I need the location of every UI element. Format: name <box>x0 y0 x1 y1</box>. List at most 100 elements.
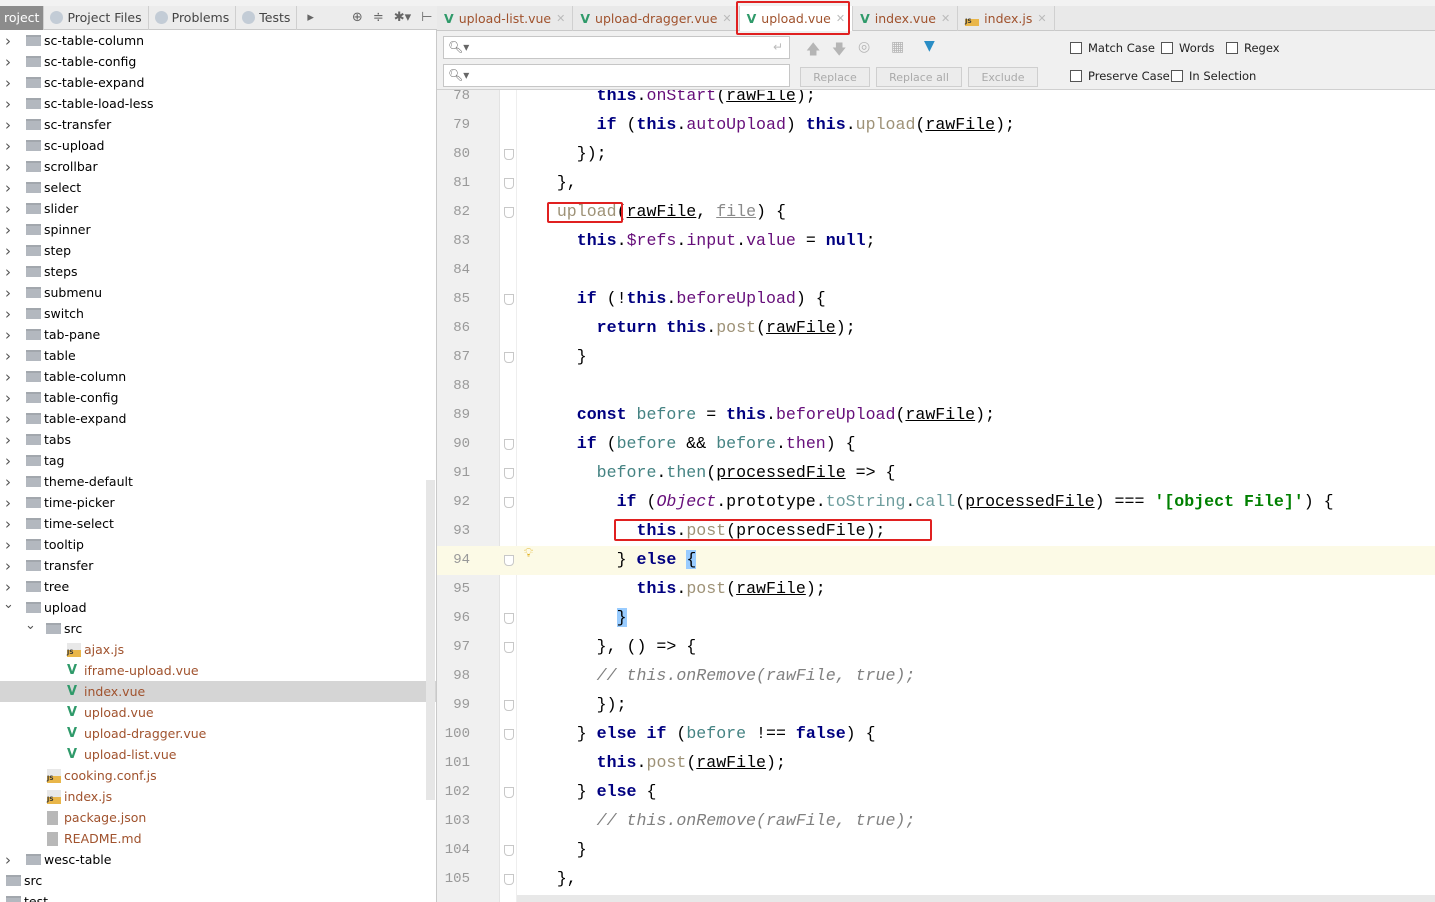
tree-item[interactable]: › slider <box>0 198 436 219</box>
tree-item[interactable]: › time-select <box>0 513 436 534</box>
tree-item[interactable]: JS ajax.js <box>0 639 436 660</box>
tree-item[interactable]: › table <box>0 345 436 366</box>
gear-icon[interactable]: ✱▾ <box>394 10 411 25</box>
preserve-case-checkbox[interactable]: Preserve Case <box>1070 69 1170 83</box>
chevron-right-icon[interactable]: › <box>3 305 13 323</box>
chevron-right-icon[interactable]: › <box>3 410 13 428</box>
fold-marker-icon[interactable] <box>504 207 514 218</box>
close-icon[interactable]: ✕ <box>722 12 731 25</box>
tree-item[interactable]: › step <box>0 240 436 261</box>
chevron-right-icon[interactable]: › <box>3 158 13 176</box>
chevron-right-icon[interactable]: › <box>3 179 13 197</box>
tree-item[interactable]: › sc-upload <box>0 135 436 156</box>
find-input[interactable]: 🔍︎▾ ↵ <box>443 36 790 59</box>
chevron-right-icon[interactable]: › <box>3 536 13 554</box>
sidebar-scrollbar[interactable] <box>426 480 435 800</box>
tree-item[interactable]: › theme-default <box>0 471 436 492</box>
tree-item[interactable]: ⌄ upload <box>0 597 436 618</box>
chevron-right-icon[interactable]: › <box>3 137 13 155</box>
tree-item[interactable]: Vupload-list.vue <box>0 744 436 765</box>
chevron-right-icon[interactable]: › <box>3 95 13 113</box>
fold-marker-icon[interactable] <box>504 642 514 653</box>
fold-marker-icon[interactable] <box>504 845 514 856</box>
tree-item[interactable]: › tooltip <box>0 534 436 555</box>
tree-item[interactable]: › sc-table-column <box>0 30 436 51</box>
newline-icon[interactable]: ↵ <box>773 40 783 54</box>
chevron-right-icon[interactable]: › <box>3 74 13 92</box>
chevron-down-icon[interactable]: ⌄ <box>25 618 36 633</box>
tree-item[interactable]: src <box>0 870 436 891</box>
tree-item[interactable]: › switch <box>0 303 436 324</box>
fold-marker-icon[interactable] <box>504 352 514 363</box>
tree-item[interactable]: Vupload.vue <box>0 702 436 723</box>
editor-tab[interactable]: Vindex.vue ✕ <box>853 6 959 31</box>
editor-horizontal-scrollbar[interactable] <box>517 895 1435 902</box>
tree-item[interactable]: JS index.js <box>0 786 436 807</box>
chevron-right-icon[interactable]: › <box>3 242 13 260</box>
tree-item[interactable]: › tabs <box>0 429 436 450</box>
words-checkbox[interactable]: Words <box>1161 41 1215 55</box>
replace-input[interactable]: 🔍︎▾ <box>443 64 790 87</box>
tree-item[interactable]: test <box>0 891 436 902</box>
chevron-right-icon[interactable]: › <box>3 326 13 344</box>
tree-item[interactable]: › tab-pane <box>0 324 436 345</box>
next-occurrence-icon[interactable]: 🡇 <box>832 39 846 63</box>
in-selection-checkbox[interactable]: In Selection <box>1171 69 1256 83</box>
chevron-right-icon[interactable]: › <box>3 263 13 281</box>
fold-marker-icon[interactable] <box>504 294 514 305</box>
fold-marker-icon[interactable] <box>504 613 514 624</box>
editor-tab[interactable]: Vupload-list.vue ✕ <box>437 6 574 31</box>
chevron-right-icon[interactable]: › <box>3 431 13 449</box>
fold-marker-icon[interactable] <box>504 555 514 566</box>
chevron-right-icon[interactable]: › <box>3 32 13 50</box>
tree-item[interactable]: › sc-table-expand <box>0 72 436 93</box>
tree-item[interactable]: › time-picker <box>0 492 436 513</box>
filter-icon[interactable]: ▼ <box>924 38 935 54</box>
chevron-right-icon[interactable]: › <box>3 221 13 239</box>
tree-item[interactable]: › wesc-table <box>0 849 436 870</box>
tree-item[interactable]: Vupload-dragger.vue <box>0 723 436 744</box>
find-all-icon[interactable]: ◎ <box>858 39 870 55</box>
chevron-right-icon[interactable]: › <box>3 494 13 512</box>
lightbulb-icon[interactable]: 💡︎ <box>524 546 533 561</box>
tree-item[interactable]: › transfer <box>0 555 436 576</box>
chevron-right-icon[interactable]: › <box>3 578 13 596</box>
chevron-right-icon[interactable]: › <box>3 515 13 533</box>
tree-item[interactable]: package.json <box>0 807 436 828</box>
tree-item[interactable]: › select <box>0 177 436 198</box>
tree-item[interactable]: › spinner <box>0 219 436 240</box>
regex-checkbox[interactable]: Regex <box>1226 41 1280 55</box>
tree-item[interactable]: Viframe-upload.vue <box>0 660 436 681</box>
tab-problems[interactable]: Problems <box>149 5 237 30</box>
tree-item[interactable]: › submenu <box>0 282 436 303</box>
chevron-down-icon[interactable]: ⌄ <box>3 597 14 612</box>
tree-item[interactable]: › sc-table-config <box>0 51 436 72</box>
locate-icon[interactable]: ⊕ <box>352 10 363 25</box>
tab-project-files[interactable]: Project Files <box>44 5 149 30</box>
close-icon[interactable]: ✕ <box>556 12 565 25</box>
tree-item[interactable]: JS cooking.conf.js <box>0 765 436 786</box>
previous-occurrence-icon[interactable]: 🡅 <box>806 39 820 63</box>
tree-item[interactable]: › steps <box>0 261 436 282</box>
chevron-right-icon[interactable]: › <box>3 53 13 71</box>
fold-marker-icon[interactable] <box>504 874 514 885</box>
chevron-right-icon[interactable]: › <box>3 851 13 869</box>
more-tabs-icon[interactable]: ▸ <box>307 10 314 25</box>
tree-item[interactable]: Vindex.vue <box>0 681 436 702</box>
replace-button[interactable]: Replace <box>800 67 870 87</box>
chevron-right-icon[interactable]: › <box>3 557 13 575</box>
editor-tab[interactable]: JS index.js ✕ <box>958 6 1055 31</box>
fold-marker-icon[interactable] <box>504 497 514 508</box>
fold-marker-icon[interactable] <box>504 149 514 160</box>
fold-marker-icon[interactable] <box>504 178 514 189</box>
tree-item[interactable]: README.md <box>0 828 436 849</box>
chevron-right-icon[interactable]: › <box>3 389 13 407</box>
tree-item[interactable]: › sc-table-load-less <box>0 93 436 114</box>
tree-item[interactable]: › tree <box>0 576 436 597</box>
hide-panel-icon[interactable]: ⊢ <box>421 10 432 25</box>
chevron-right-icon[interactable]: › <box>3 452 13 470</box>
tree-item[interactable]: › scrollbar <box>0 156 436 177</box>
fold-marker-icon[interactable] <box>504 439 514 450</box>
tree-item[interactable]: › table-expand <box>0 408 436 429</box>
close-icon[interactable]: ✕ <box>1037 12 1046 25</box>
